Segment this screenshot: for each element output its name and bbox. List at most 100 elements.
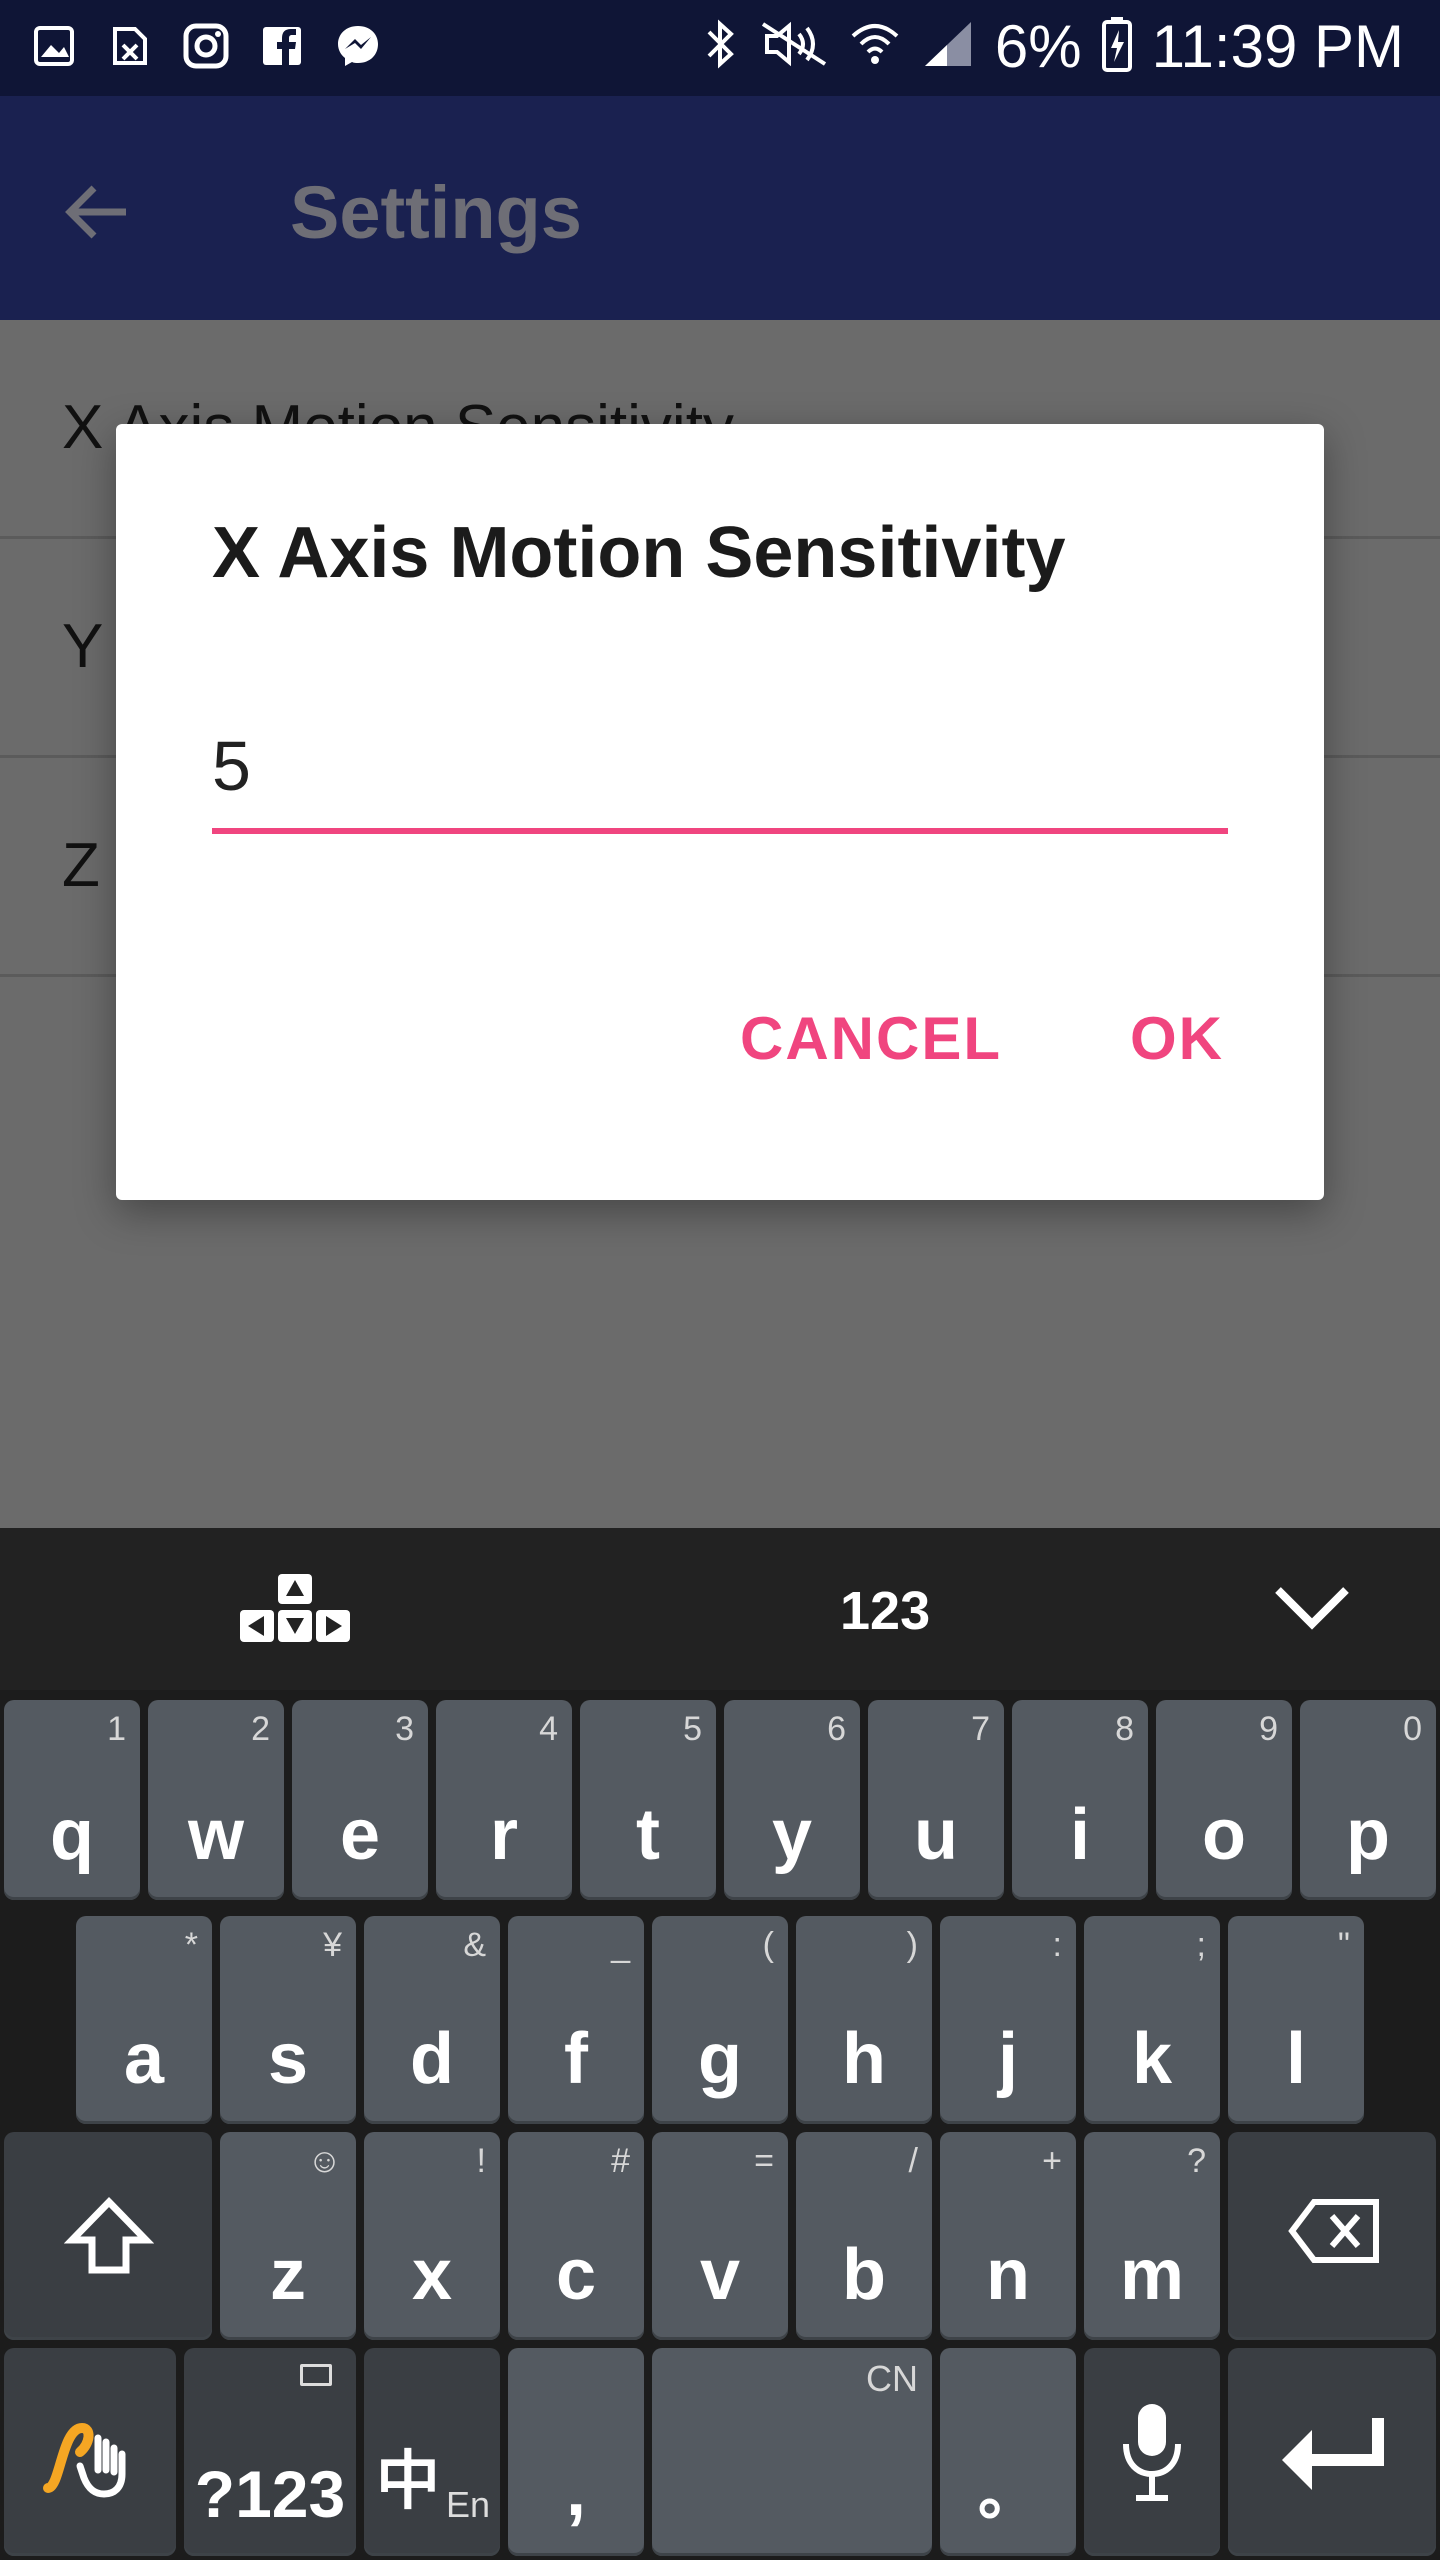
- key-label: l: [1285, 2019, 1306, 2099]
- key-c[interactable]: # c: [508, 2132, 644, 2340]
- key-p[interactable]: 0p: [1300, 1700, 1436, 1900]
- sensitivity-input[interactable]: [212, 724, 1228, 808]
- key-k[interactable]: ; k: [1084, 1916, 1220, 2124]
- dialog-title: X Axis Motion Sensitivity: [212, 513, 1066, 593]
- key-r[interactable]: 4r: [436, 1700, 572, 1900]
- key-hint: +: [1042, 2142, 1062, 2180]
- key-u[interactable]: 7u: [868, 1700, 1004, 1900]
- key-hint: ;: [1196, 1926, 1206, 1964]
- key-label: 。: [978, 2460, 1038, 2527]
- key-y[interactable]: 6y: [724, 1700, 860, 1900]
- key-n[interactable]: + n: [940, 2132, 1076, 2340]
- key-w[interactable]: 2w: [148, 1700, 284, 1900]
- key-label: m: [1119, 2235, 1185, 2315]
- key-s[interactable]: ¥ s: [220, 1916, 356, 2124]
- keyboard-toolbar: 123: [0, 1528, 1440, 1690]
- key-d[interactable]: & d: [364, 1916, 500, 2124]
- key-label: s: [267, 2019, 309, 2099]
- keyboard-layout-icon: [300, 2364, 332, 2386]
- microphone-key[interactable]: [1084, 2348, 1220, 2556]
- key-t[interactable]: 5t: [580, 1700, 716, 1900]
- shift-key[interactable]: [4, 2132, 212, 2340]
- setting-label: Y: [62, 612, 104, 681]
- numbers-toggle[interactable]: 123: [840, 1580, 930, 1642]
- chevron-down-icon[interactable]: [1272, 1584, 1352, 1639]
- key-hint: 5: [683, 1710, 702, 1748]
- key-hint: CN: [866, 2358, 918, 2399]
- key-label: o: [1202, 1795, 1246, 1875]
- arrow-left-icon[interactable]: [60, 176, 132, 248]
- key-hint: 0: [1403, 1710, 1422, 1748]
- sensitivity-dialog: X Axis Motion Sensitivity CANCEL OK: [116, 424, 1324, 1200]
- key-label: p: [1346, 1795, 1390, 1875]
- page-title: Settings: [290, 171, 582, 254]
- key-h[interactable]: ) h: [796, 1916, 932, 2124]
- shift-icon: [64, 2196, 154, 2274]
- mute-icon: [759, 18, 829, 75]
- swype-key[interactable]: [4, 2348, 176, 2556]
- cancel-button[interactable]: CANCEL: [740, 1004, 1002, 1073]
- key-label: y: [771, 1795, 813, 1875]
- key-hint: 1: [107, 1710, 126, 1748]
- key-v[interactable]: = v: [652, 2132, 788, 2340]
- microphone-icon: [1123, 2404, 1181, 2501]
- key-i[interactable]: 8i: [1012, 1700, 1148, 1900]
- key-label: b: [842, 2235, 886, 2315]
- key-label: t: [636, 1795, 660, 1875]
- key-label: q: [50, 1795, 94, 1875]
- battery-icon: [1101, 16, 1132, 77]
- gallery-icon: [30, 20, 78, 72]
- key-label: w: [187, 1795, 244, 1875]
- key-label: u: [914, 1795, 958, 1875]
- key-f[interactable]: _ f: [508, 1916, 644, 2124]
- key-g[interactable]: (g: [652, 1916, 788, 2124]
- backspace-key[interactable]: [1228, 2132, 1436, 2340]
- key-hint: #: [611, 2142, 630, 2180]
- ok-button[interactable]: OK: [1130, 1004, 1224, 1073]
- key-e[interactable]: 3e: [292, 1700, 428, 1900]
- language-key[interactable]: 中 En: [364, 2348, 500, 2556]
- key-b[interactable]: / b: [796, 2132, 932, 2340]
- key-hint: (: [762, 1926, 774, 1964]
- space-key[interactable]: CN: [652, 2348, 932, 2556]
- period-key[interactable]: 。: [940, 2348, 1076, 2556]
- language-sub: En: [446, 2484, 491, 2525]
- keyboard: 123 1q2w3e4r5t6y7u8i9o0p * a ¥ s & d _ f(g) h: j;…: [0, 1528, 1440, 2560]
- key-hint: *: [184, 1926, 198, 1964]
- key-l[interactable]: " l: [1228, 1916, 1364, 2124]
- key-hint: ¥: [323, 1926, 342, 1964]
- key-x[interactable]: ! x: [364, 2132, 500, 2340]
- status-bar: 6% 11:39 PM: [0, 0, 1440, 96]
- setting-label: Z: [62, 831, 100, 900]
- key-label: e: [339, 1795, 381, 1875]
- key-hint: ): [906, 1926, 918, 1964]
- key-j[interactable]: :j: [940, 1916, 1076, 2124]
- key-hint: =: [754, 2142, 774, 2180]
- key-label: r: [489, 1795, 519, 1875]
- key-m[interactable]: ? m: [1084, 2132, 1220, 2340]
- key-z[interactable]: ☺ z: [220, 2132, 356, 2340]
- key-label: d: [410, 2019, 454, 2099]
- key-hint: &: [463, 1926, 486, 1964]
- key-hint: 9: [1259, 1710, 1278, 1748]
- cursor-arrows-icon[interactable]: [236, 1570, 356, 1651]
- key-label: f: [564, 2019, 588, 2099]
- key-a[interactable]: * a: [76, 1916, 212, 2124]
- key-q[interactable]: 1q: [4, 1700, 140, 1900]
- key-hint: :: [1052, 1926, 1062, 1964]
- key-hint: 4: [539, 1710, 558, 1748]
- key-o[interactable]: 9o: [1156, 1700, 1292, 1900]
- key-label: k: [1131, 2019, 1173, 2099]
- symbols-key[interactable]: ?123: [184, 2348, 356, 2556]
- key-hint: _: [611, 1926, 630, 1964]
- comma-key[interactable]: ,: [508, 2348, 644, 2556]
- key-label: n: [986, 2235, 1030, 2315]
- bluetooth-icon: [703, 18, 739, 75]
- facebook-icon: [258, 20, 306, 72]
- key-hint: 6: [827, 1710, 846, 1748]
- enter-key[interactable]: [1228, 2348, 1436, 2556]
- backspace-icon: [1288, 2199, 1379, 2263]
- symbols-label: ?123: [194, 2457, 346, 2531]
- key-hint: 8: [1115, 1710, 1134, 1748]
- key-label: a: [123, 2019, 165, 2099]
